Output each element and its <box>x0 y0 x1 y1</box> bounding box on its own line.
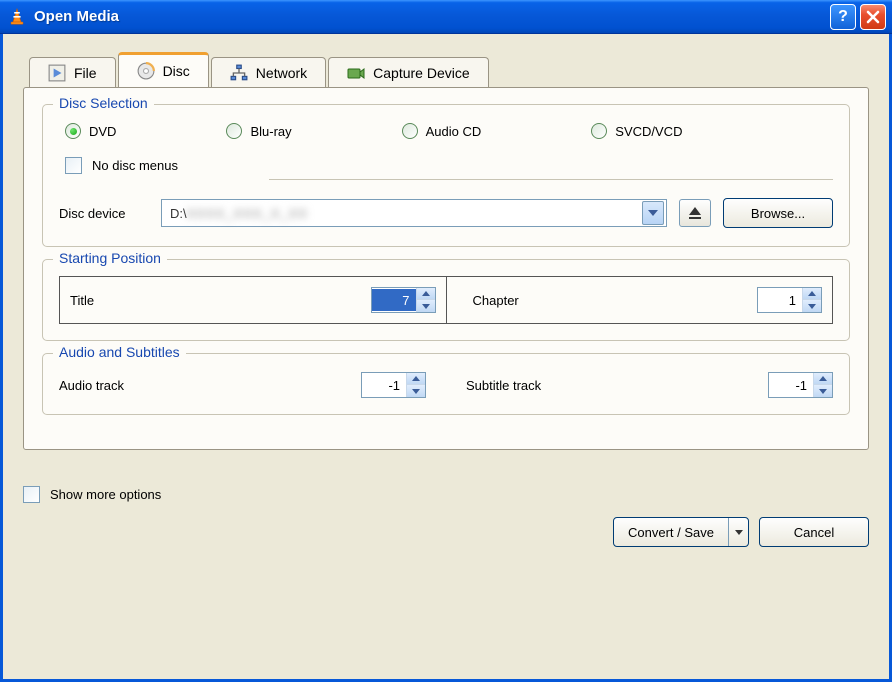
radio-dvd-label: DVD <box>89 124 116 139</box>
subtitle-track-spinner[interactable] <box>768 372 833 398</box>
tab-capture-label: Capture Device <box>373 65 470 81</box>
tab-file-label: File <box>74 65 97 81</box>
browse-button[interactable]: Browse... <box>723 198 833 228</box>
eject-icon <box>688 207 702 219</box>
radio-audiocd-indicator <box>402 123 418 139</box>
show-more-options-label: Show more options <box>50 487 161 502</box>
starting-position-legend: Starting Position <box>53 250 167 266</box>
disc-type-radios: DVD Blu-ray Audio CD SVCD/VCD <box>59 123 833 139</box>
show-more-options-checkbox[interactable] <box>23 486 40 503</box>
tab-disc-label: Disc <box>163 63 190 79</box>
eject-button[interactable] <box>679 199 711 227</box>
disc-selection-legend: Disc Selection <box>53 95 154 111</box>
tab-disc[interactable]: Disc <box>118 52 209 87</box>
chapter-spinner-up[interactable] <box>803 288 821 300</box>
title-input[interactable] <box>372 289 416 311</box>
radio-audiocd-label: Audio CD <box>426 124 482 139</box>
subtitle-track-spinner-down[interactable] <box>814 385 832 397</box>
audio-track-spinner-up[interactable] <box>407 373 425 385</box>
tab-network-label: Network <box>256 65 307 81</box>
radio-svcd-label: SVCD/VCD <box>615 124 682 139</box>
radio-svcd-indicator <box>591 123 607 139</box>
title-spinner[interactable] <box>371 287 436 313</box>
radio-bluray-label: Blu-ray <box>250 124 291 139</box>
tab-capture-device[interactable]: Capture Device <box>328 57 489 88</box>
disc-device-value: D:\XXXX_XXX_X_XX <box>170 206 642 221</box>
divider <box>269 179 833 180</box>
tab-network[interactable]: Network <box>211 57 326 88</box>
convert-save-button[interactable]: Convert / Save <box>613 517 749 547</box>
cancel-button[interactable]: Cancel <box>759 517 869 547</box>
disc-device-dropdown-button[interactable] <box>642 201 664 225</box>
radio-svcd[interactable]: SVCD/VCD <box>591 123 682 139</box>
subtitle-track-spinner-up[interactable] <box>814 373 832 385</box>
radio-bluray-indicator <box>226 123 242 139</box>
radio-dvd[interactable]: DVD <box>65 123 116 139</box>
disc-tab-icon <box>137 63 155 79</box>
radio-audiocd[interactable]: Audio CD <box>402 123 482 139</box>
close-button[interactable] <box>860 4 886 30</box>
chapter-spinner-down[interactable] <box>803 300 821 312</box>
no-disc-menus-label: No disc menus <box>92 158 178 173</box>
audio-track-label: Audio track <box>59 378 361 393</box>
file-tab-icon <box>48 65 66 81</box>
subtitle-track-input[interactable] <box>769 374 813 396</box>
subtitle-track-label: Subtitle track <box>466 378 768 393</box>
tab-panel: Disc Selection DVD Blu-ray Audio CD SVCD… <box>23 87 869 450</box>
no-disc-menus-checkbox[interactable] <box>65 157 82 174</box>
audio-subtitles-legend: Audio and Subtitles <box>53 344 186 360</box>
disc-device-combo[interactable]: D:\XXXX_XXX_X_XX <box>161 199 667 227</box>
radio-bluray[interactable]: Blu-ray <box>226 123 291 139</box>
audio-track-input[interactable] <box>362 374 406 396</box>
title-bar: Open Media ? <box>0 0 892 34</box>
window-body: File Disc Network Capture Device Disc Se… <box>0 34 892 682</box>
disc-device-label: Disc device <box>59 206 149 221</box>
audio-track-spinner-down[interactable] <box>407 385 425 397</box>
window-title: Open Media <box>34 8 826 25</box>
network-tab-icon <box>230 65 248 81</box>
convert-save-label: Convert / Save <box>614 518 728 546</box>
disc-selection-group: Disc Selection DVD Blu-ray Audio CD SVCD… <box>42 104 850 247</box>
convert-save-dropdown[interactable] <box>728 518 748 546</box>
radio-dvd-indicator <box>65 123 81 139</box>
chapter-input[interactable] <box>758 289 802 311</box>
tab-file[interactable]: File <box>29 57 116 88</box>
audio-track-spinner[interactable] <box>361 372 426 398</box>
chapter-label: Chapter <box>457 293 758 308</box>
title-spinner-up[interactable] <box>417 288 435 300</box>
chapter-spinner[interactable] <box>757 287 822 313</box>
vlc-cone-icon <box>8 8 26 26</box>
title-spinner-down[interactable] <box>417 300 435 312</box>
starting-position-group-wrap: Starting Position Title Chapt <box>42 259 850 341</box>
audio-subtitles-group: Audio and Subtitles Audio track Subtitle… <box>42 353 850 415</box>
capture-tab-icon <box>347 65 365 81</box>
title-label: Title <box>70 293 371 308</box>
help-button[interactable]: ? <box>830 4 856 30</box>
tab-bar: File Disc Network Capture Device <box>29 52 869 87</box>
